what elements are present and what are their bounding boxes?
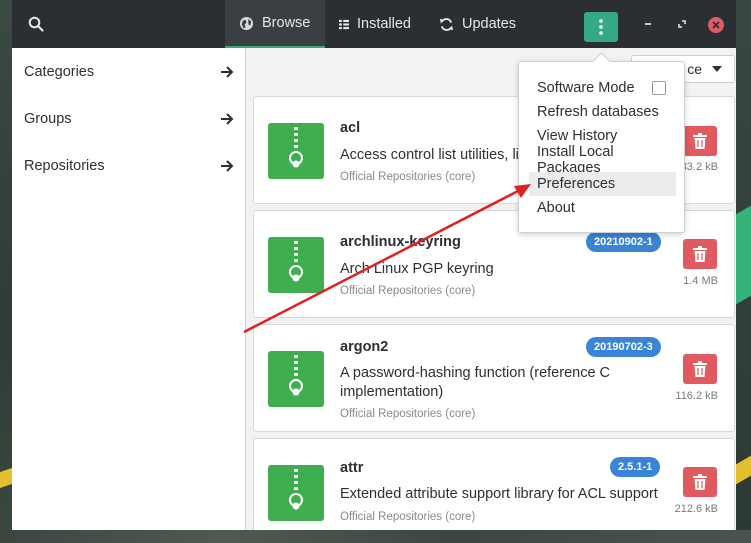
version-badge: 2.5.1-1: [610, 457, 661, 477]
arrow-right-icon: [221, 65, 234, 78]
package-archive-icon: [268, 465, 324, 521]
package-archive-icon: [268, 123, 324, 179]
chevron-down-icon: [712, 66, 722, 72]
package-repository: Official Repositories (core): [340, 511, 476, 523]
remove-button[interactable]: [683, 467, 717, 497]
desktop-stripe: [0, 467, 12, 489]
menu-item-install-local-packages[interactable]: Install Local Packages: [529, 144, 676, 176]
minimize-button[interactable]: [640, 16, 656, 32]
menu-item-label: Preferences: [537, 176, 616, 192]
desktop-background-bottom: [0, 530, 751, 543]
search-icon: [28, 16, 44, 32]
globe-icon: [239, 16, 254, 30]
close-icon: [712, 21, 720, 29]
software-mode-checkbox[interactable]: [652, 81, 666, 95]
package-name: archlinux-keyring: [340, 234, 461, 250]
version-badge: 20210902-1: [586, 232, 661, 252]
package-repository: Official Repositories (core): [340, 408, 476, 420]
desktop-stripe: [736, 205, 751, 305]
package-archive-icon: [268, 237, 324, 293]
minimize-icon: [645, 23, 651, 25]
trash-icon: [693, 474, 707, 490]
desktop-stripe: [736, 455, 751, 485]
tab-updates[interactable]: Updates: [425, 0, 535, 48]
menu-item-software-mode[interactable]: Software Mode: [529, 76, 676, 100]
close-button[interactable]: [708, 17, 724, 33]
sidebar-item-categories[interactable]: Categories: [12, 48, 246, 95]
tab-browse[interactable]: Browse: [225, 0, 325, 48]
package-row-argon2[interactable]: argon2 20190702-3 A password-hashing fun…: [253, 324, 735, 432]
sidebar-item-label: Categories: [24, 63, 95, 80]
package-name: acl: [340, 120, 361, 136]
package-size: 212.6 kB: [674, 503, 718, 515]
menu-item-label: Refresh databases: [537, 104, 659, 120]
tab-label: Browse: [262, 15, 311, 31]
sidebar-item-groups[interactable]: Groups: [12, 95, 246, 142]
menu-item-label: View History: [537, 128, 618, 144]
package-description: Extended attribute support library for A…: [340, 486, 658, 502]
list-icon: [339, 19, 349, 29]
package-row-attr[interactable]: attr 2.5.1-1 Extended attribute support …: [253, 438, 735, 530]
maximize-icon: [678, 20, 686, 28]
tab-installed[interactable]: Installed: [325, 0, 425, 48]
sidebar-item-label: Repositories: [24, 157, 105, 174]
remove-button[interactable]: [683, 239, 717, 269]
desktop-background-right: [736, 0, 751, 543]
version-badge: 20190702-3: [586, 337, 661, 357]
sort-selected-value: ce: [687, 61, 702, 77]
arrow-right-icon: [221, 112, 234, 125]
sidebar-item-repositories[interactable]: Repositories: [12, 142, 246, 189]
desktop-background-left: [0, 0, 12, 543]
refresh-icon: [439, 17, 454, 31]
menu-item-label: About: [537, 200, 575, 216]
maximize-button[interactable]: [674, 16, 690, 32]
header-bar: Browse Installed Updates: [12, 0, 736, 48]
search-button[interactable]: [24, 12, 48, 36]
package-repository: Official Repositories (core): [340, 171, 476, 183]
package-size: 1.4 MB: [683, 275, 718, 287]
menu-item-about[interactable]: About: [529, 196, 676, 220]
sidebar: Categories Groups Repositories: [12, 48, 246, 530]
package-size: 116.2 kB: [675, 390, 718, 402]
menu-button[interactable]: [584, 12, 618, 42]
sidebar-item-label: Groups: [24, 110, 72, 127]
package-name: argon2: [340, 339, 389, 355]
package-description: A password-hashing function (reference C…: [340, 365, 611, 400]
tab-label: Updates: [462, 16, 517, 32]
app-menu-popover: Software Mode Refresh databases View His…: [518, 61, 685, 233]
trash-icon: [693, 246, 707, 262]
trash-icon: [693, 133, 707, 149]
remove-button[interactable]: [683, 126, 717, 156]
package-description: Arch Linux PGP keyring: [340, 261, 494, 277]
menu-item-label: Software Mode: [537, 80, 635, 96]
tab-label: Installed: [356, 16, 411, 32]
package-archive-icon: [268, 351, 324, 407]
remove-button[interactable]: [683, 354, 717, 384]
package-repository: Official Repositories (core): [340, 285, 476, 297]
arrow-right-icon: [221, 159, 234, 172]
menu-item-refresh-databases[interactable]: Refresh databases: [529, 100, 676, 124]
package-name: attr: [340, 460, 364, 476]
kebab-menu-icon: [599, 19, 603, 35]
menu-item-preferences[interactable]: Preferences: [529, 172, 676, 196]
trash-icon: [693, 361, 707, 377]
